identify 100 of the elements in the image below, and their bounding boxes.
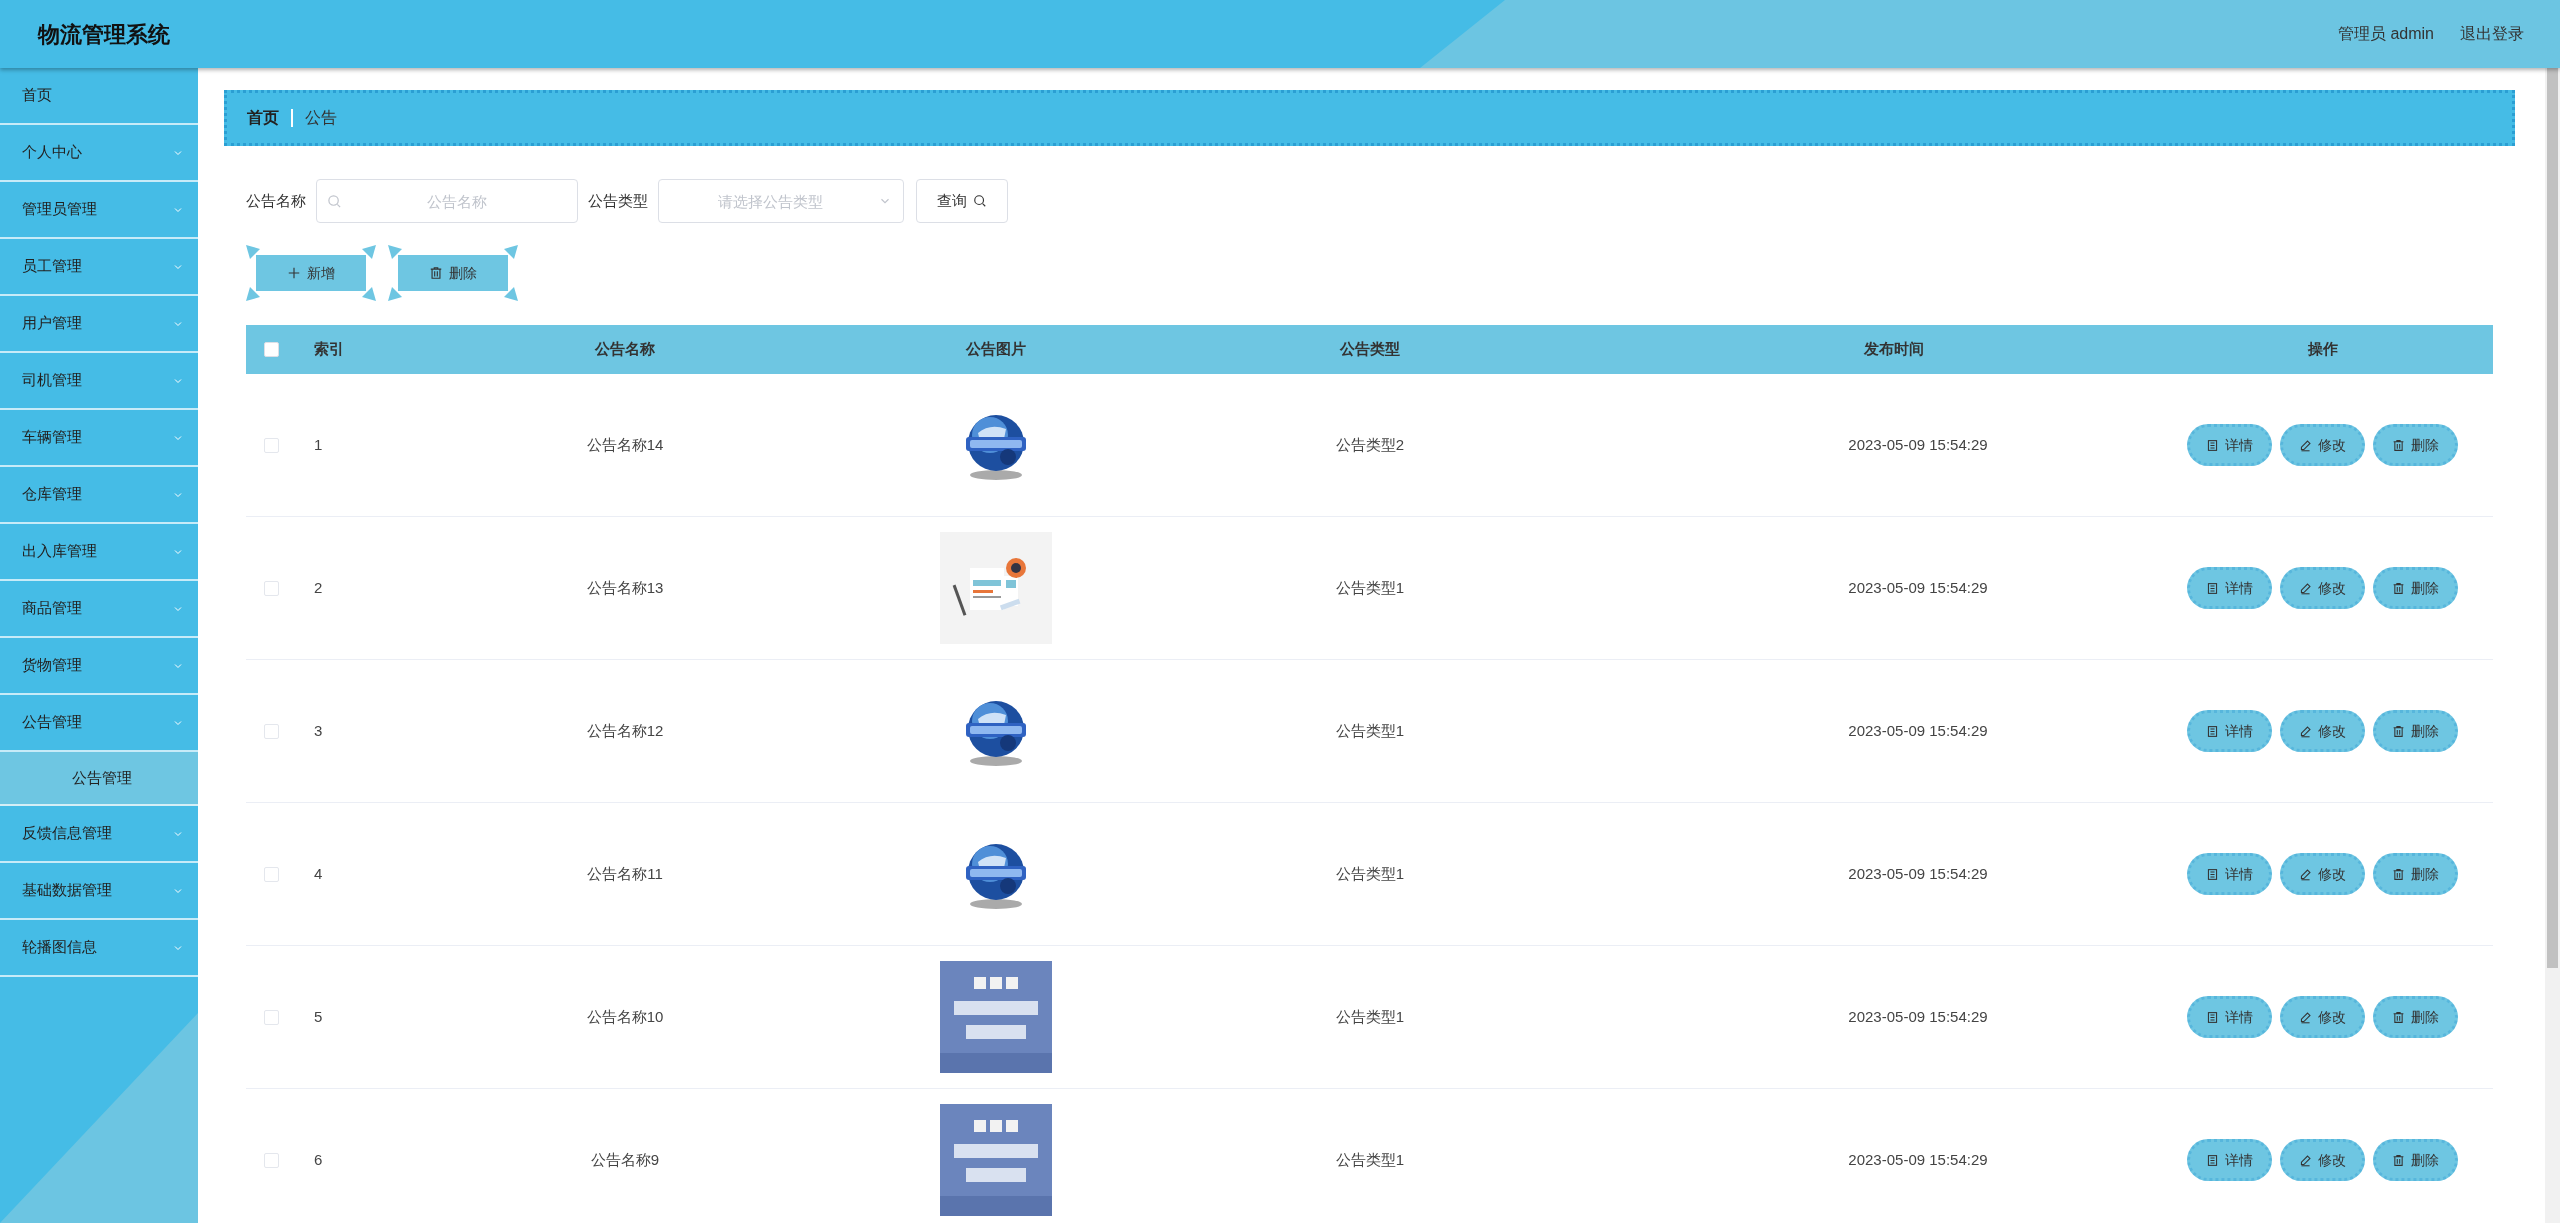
detail-button[interactable]: 详情: [2187, 567, 2272, 609]
user-label: 管理员 admin: [2337, 24, 2434, 44]
delete-button[interactable]: 删除: [2373, 710, 2458, 752]
table-cell-text: 5: [313, 1006, 324, 1027]
table-cell-text: 公告类型1: [1334, 863, 1406, 884]
document-icon: [2206, 724, 2219, 738]
select-all-checkbox[interactable]: [263, 342, 279, 357]
sidebar-item[interactable]: 个人中心: [0, 125, 198, 182]
table-cell-text: 公告类型1: [1334, 1006, 1406, 1027]
sidebar-item[interactable]: 货物管理: [0, 638, 198, 695]
sidebar-item[interactable]: 员工管理: [0, 239, 198, 296]
detail-button[interactable]: 详情: [2187, 424, 2272, 466]
sidebar-item[interactable]: 司机管理: [0, 353, 198, 410]
delete-button[interactable]: 删除: [2373, 1139, 2458, 1181]
logout-link[interactable]: 退出登录: [2460, 22, 2524, 46]
sidebar-item[interactable]: 反馈信息管理: [0, 806, 198, 863]
edit-button[interactable]: 修改: [2280, 567, 2365, 609]
document-icon: [2206, 438, 2219, 452]
detail-button[interactable]: 详情: [2187, 853, 2272, 895]
pencil-icon: [2299, 1010, 2312, 1024]
row-checkbox[interactable]: [263, 437, 279, 453]
query-button[interactable]: 查询: [916, 179, 1008, 223]
table-cell-text: 2023-05-09 15:54:29: [1847, 1006, 1989, 1027]
sidebar-item[interactable]: 轮播图信息: [0, 920, 198, 977]
table-cell-text: 公告类型2: [1334, 434, 1406, 455]
document-icon: [2206, 867, 2219, 881]
breadcrumb-link[interactable]: 首页: [247, 106, 279, 130]
document-icon: [2206, 1153, 2219, 1167]
edit-button[interactable]: 修改: [2280, 1139, 2365, 1181]
table-cell-text: 2023-05-09 15:54:29: [1847, 577, 1989, 598]
document-icon: [2206, 1010, 2219, 1024]
table-cell-text: 公告类型1: [1334, 577, 1406, 598]
sidebar-item[interactable]: 管理员管理: [0, 182, 198, 239]
app-title: 物流管理系统: [38, 20, 170, 49]
delete-button[interactable]: 删除: [2373, 853, 2458, 895]
sidebar-item[interactable]: 首页: [0, 68, 198, 125]
column-header: 公告名称: [593, 339, 656, 360]
field-label: 公告类型: [588, 190, 648, 211]
table-cell-text: 公告名称12: [585, 720, 665, 741]
document-icon: [2206, 581, 2219, 595]
table-cell-text: 2023-05-09 15:54:29: [1847, 1149, 1989, 1170]
column-header: 索引: [313, 339, 345, 360]
row-checkbox[interactable]: [263, 866, 279, 882]
row-checkbox[interactable]: [263, 580, 279, 596]
column-header: 发布时间: [1863, 339, 1925, 360]
search-icon: [327, 194, 342, 209]
table-cell-text: 3: [313, 720, 324, 741]
sidebar-item[interactable]: 商品管理: [0, 581, 198, 638]
table-cell-text: 公告名称13: [585, 577, 665, 598]
add-button[interactable]: 新增: [246, 245, 376, 301]
column-header: 公告图片: [964, 339, 1027, 360]
detail-button[interactable]: 详情: [2187, 1139, 2272, 1181]
search-icon: [973, 194, 987, 208]
pencil-icon: [2299, 1153, 2312, 1167]
trash-icon: [2392, 867, 2405, 881]
table-cell-text: 2023-05-09 15:54:29: [1847, 434, 1989, 455]
delete-button[interactable]: 删除: [2373, 996, 2458, 1038]
pencil-icon: [2299, 724, 2312, 738]
row-checkbox[interactable]: [263, 723, 279, 739]
trash-icon: [2392, 1153, 2405, 1167]
table-cell-text: 公告类型1: [1334, 1149, 1406, 1170]
scrollbar[interactable]: [2545, 68, 2560, 1223]
search-field[interactable]: 公告名称: [316, 179, 578, 223]
plus-icon: [287, 266, 301, 280]
table-cell-text: 公告名称14: [585, 434, 665, 455]
row-checkbox[interactable]: [263, 1152, 279, 1168]
field-label: 公告名称: [246, 190, 306, 211]
table-cell-text: 1: [313, 434, 324, 455]
trash-icon: [429, 266, 443, 280]
table-cell-text: 2: [313, 577, 324, 598]
sidebar-item[interactable]: 用户管理: [0, 296, 198, 353]
sidebar-subitem[interactable]: 公告管理: [0, 752, 198, 806]
table-cell-text: 公告名称9: [589, 1149, 661, 1170]
sidebar-item[interactable]: 基础数据管理: [0, 863, 198, 920]
sidebar-item[interactable]: 出入库管理: [0, 524, 198, 581]
delete-button[interactable]: 删除: [2373, 424, 2458, 466]
select-field[interactable]: 请选择公告类型: [658, 179, 904, 223]
sidebar-item[interactable]: 车辆管理: [0, 410, 198, 467]
sidebar-item[interactable]: 仓库管理: [0, 467, 198, 524]
table-cell-text: 2023-05-09 15:54:29: [1847, 720, 1989, 741]
delete-button[interactable]: 删除: [388, 245, 518, 301]
edit-button[interactable]: 修改: [2280, 996, 2365, 1038]
pencil-icon: [2299, 867, 2312, 881]
edit-button[interactable]: 修改: [2280, 424, 2365, 466]
row-checkbox[interactable]: [263, 1009, 279, 1025]
table-cell-text: 6: [313, 1149, 324, 1170]
breadcrumb-link[interactable]: 公告: [305, 106, 337, 130]
table-cell-text: 2023-05-09 15:54:29: [1847, 863, 1989, 884]
table-cell-text: 公告名称11: [586, 863, 664, 884]
column-header: 公告类型: [1338, 339, 1401, 360]
edit-button[interactable]: 修改: [2280, 710, 2365, 752]
pencil-icon: [2299, 438, 2312, 452]
pencil-icon: [2299, 581, 2312, 595]
edit-button[interactable]: 修改: [2280, 853, 2365, 895]
detail-button[interactable]: 详情: [2187, 996, 2272, 1038]
detail-button[interactable]: 详情: [2187, 710, 2272, 752]
column-header: 操作: [2306, 339, 2339, 360]
table-cell-text: 4: [313, 863, 324, 884]
delete-button[interactable]: 删除: [2373, 567, 2458, 609]
trash-icon: [2392, 581, 2405, 595]
